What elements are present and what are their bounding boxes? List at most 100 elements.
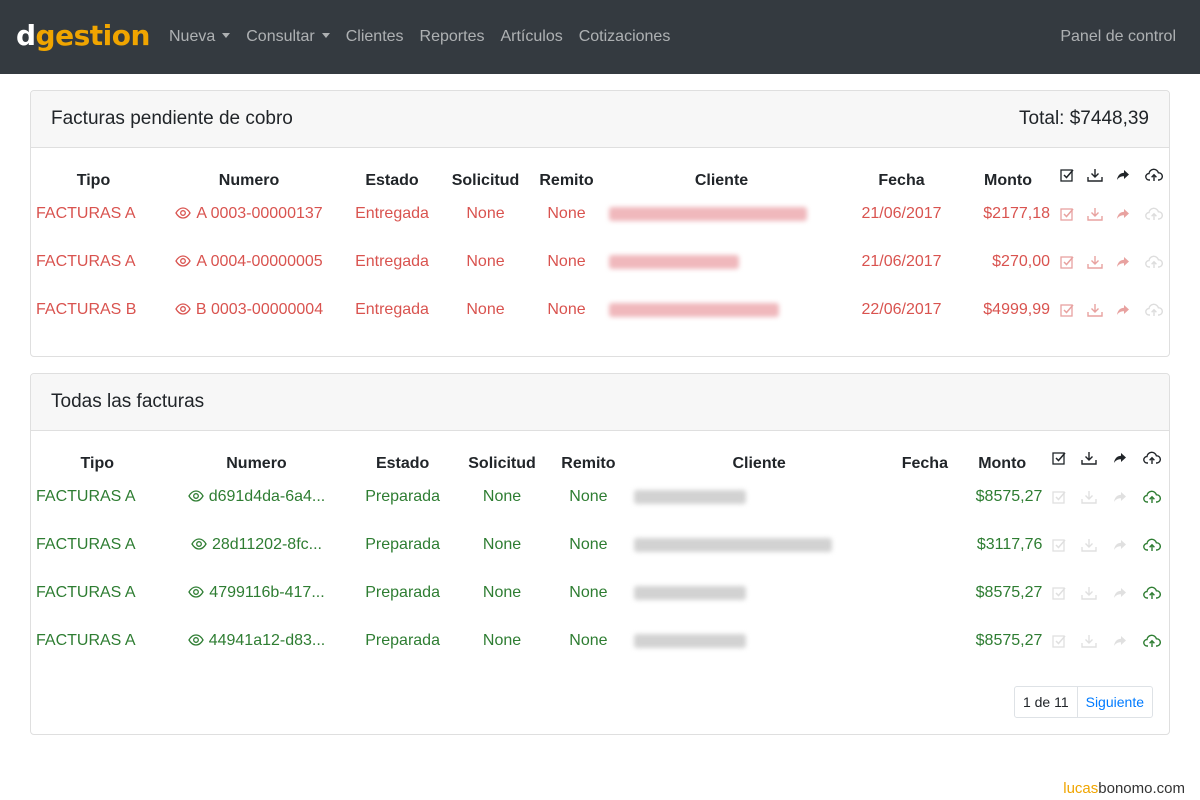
- check-square-icon[interactable]: [1052, 286, 1082, 334]
- cell-tipo: FACTURAS A: [36, 205, 136, 222]
- nav-panel-de-control[interactable]: Panel de control: [1060, 26, 1176, 48]
- share-icon: [1104, 473, 1136, 521]
- eye-icon[interactable]: [175, 207, 192, 219]
- download-icon[interactable]: [1082, 238, 1108, 286]
- cloud-upload-icon: [1138, 160, 1169, 190]
- share-icon: [1104, 617, 1136, 665]
- col-fecha: Fecha: [901, 455, 948, 472]
- nav-item-reportes[interactable]: Reportes: [412, 26, 493, 48]
- share-icon: [1104, 443, 1136, 473]
- eye-icon[interactable]: [175, 303, 191, 315]
- nav-menu: Nueva Consultar Clientes Reportes Artícu…: [161, 26, 678, 48]
- cell-cliente-redacted: [629, 521, 890, 569]
- cell-numero[interactable]: 28d11202-8fc...: [164, 521, 350, 569]
- download-icon: [1075, 521, 1104, 569]
- col-monto: Monto: [984, 172, 1032, 189]
- cell-remito: None: [569, 584, 608, 601]
- cell-numero[interactable]: d691d4da-6a4...: [164, 473, 350, 521]
- eye-icon[interactable]: [191, 538, 207, 550]
- download-icon: [1075, 473, 1104, 521]
- eye-icon[interactable]: [187, 634, 204, 646]
- all-invoices-card: Todas las facturas Tipo Numero Estado So…: [30, 373, 1170, 735]
- pending-invoices-card: Facturas pendiente de cobro Total: $7448…: [30, 90, 1170, 357]
- cell-numero[interactable]: A 0003-00000137: [156, 190, 342, 238]
- check-square-icon[interactable]: [1052, 190, 1082, 238]
- col-solicitud: Solicitud: [468, 455, 536, 472]
- cell-monto: $8575,27: [975, 584, 1043, 601]
- eye-icon[interactable]: [187, 490, 204, 502]
- cell-estado: Preparada: [365, 536, 440, 553]
- col-numero: Numero: [226, 455, 287, 472]
- cloud-upload-icon[interactable]: [1136, 521, 1169, 569]
- cell-solicitud: None: [466, 301, 505, 318]
- col-monto: Monto: [978, 455, 1027, 472]
- cloud-upload-icon: [1138, 286, 1169, 334]
- download-icon[interactable]: [1082, 286, 1108, 334]
- nav-item-cotizaciones[interactable]: Cotizaciones: [571, 26, 679, 48]
- cell-cliente-redacted: [604, 238, 839, 286]
- nav-item-consultar[interactable]: Consultar: [238, 26, 337, 48]
- col-estado: Estado: [365, 172, 419, 189]
- cell-fecha: [890, 521, 960, 569]
- col-tipo: Tipo: [76, 172, 111, 189]
- cloud-upload-icon[interactable]: [1136, 473, 1169, 521]
- share-icon[interactable]: [1108, 238, 1138, 286]
- col-remito: Remito: [561, 455, 616, 472]
- table-row: FACTURAS A 4799116b-417... Preparada Non…: [31, 569, 1169, 617]
- col-numero: Numero: [218, 172, 280, 189]
- all-card-header: Todas las facturas: [31, 374, 1169, 431]
- cell-fecha: 21/06/2017: [861, 253, 942, 270]
- check-square-icon[interactable]: [1052, 238, 1082, 286]
- chevron-down-icon: [222, 33, 231, 38]
- cell-numero[interactable]: 4799116b-417...: [164, 569, 350, 617]
- nav-item-clientes[interactable]: Clientes: [338, 26, 412, 48]
- nav-item-articulos[interactable]: Artículos: [492, 26, 570, 48]
- cell-estado: Preparada: [365, 584, 440, 601]
- check-square-icon: [1044, 569, 1074, 617]
- nav-item-nueva[interactable]: Nueva: [161, 26, 238, 48]
- share-icon: [1104, 521, 1136, 569]
- pagination: 1 de 11 Siguiente: [1013, 686, 1153, 718]
- eye-icon[interactable]: [175, 255, 192, 267]
- cell-numero[interactable]: B 0003-00000004: [156, 286, 342, 334]
- col-fecha: Fecha: [878, 172, 925, 189]
- table-row: FACTURAS A 28d11202-8fc... Preparada Non…: [31, 521, 1169, 569]
- pending-total: Total: $7448,39: [1019, 108, 1149, 129]
- cell-estado: Preparada: [365, 632, 440, 649]
- brand-logo[interactable]: dgestion: [16, 18, 150, 54]
- pending-card-title: Facturas pendiente de cobro: [51, 108, 293, 129]
- cell-numero[interactable]: 44941a12-d83...: [164, 617, 350, 665]
- cell-monto: $4999,99: [983, 301, 1050, 318]
- check-square-icon: [1052, 160, 1082, 190]
- table-row: FACTURAS A A 0003-00000137 Entregada Non…: [31, 190, 1169, 238]
- cell-remito: None: [547, 205, 586, 222]
- cell-tipo: FACTURAS A: [36, 584, 136, 601]
- table-row: FACTURAS B B 0003-00000004 Entregada Non…: [31, 286, 1169, 334]
- cell-fecha: 22/06/2017: [861, 301, 942, 318]
- table-row: FACTURAS A d691d4da-6a4... Preparada Non…: [31, 473, 1169, 521]
- cell-remito: None: [569, 536, 608, 553]
- share-icon: [1104, 569, 1136, 617]
- cell-monto: $270,00: [992, 253, 1050, 270]
- share-icon: [1108, 160, 1138, 190]
- cell-solicitud: None: [482, 632, 522, 649]
- cell-fecha: 21/06/2017: [861, 205, 942, 222]
- cloud-upload-icon[interactable]: [1136, 617, 1169, 665]
- pagination-next-button[interactable]: Siguiente: [1078, 687, 1152, 717]
- cell-estado: Entregada: [355, 301, 429, 318]
- cloud-upload-icon[interactable]: [1136, 569, 1169, 617]
- share-icon[interactable]: [1108, 190, 1138, 238]
- download-icon[interactable]: [1082, 190, 1108, 238]
- cell-monto: $2177,18: [983, 205, 1050, 222]
- check-square-icon: [1044, 443, 1074, 473]
- cloud-upload-icon: [1138, 238, 1169, 286]
- eye-icon[interactable]: [188, 586, 205, 598]
- cell-tipo: FACTURAS A: [36, 632, 136, 649]
- cloud-upload-icon: [1136, 443, 1169, 473]
- cell-monto: $3117,76: [976, 536, 1043, 553]
- cell-remito: None: [569, 488, 608, 505]
- footer-watermark: lucasbonomo.com: [1063, 780, 1185, 797]
- share-icon[interactable]: [1108, 286, 1138, 334]
- cell-cliente-redacted: [629, 473, 890, 521]
- cell-numero[interactable]: A 0004-00000005: [156, 238, 342, 286]
